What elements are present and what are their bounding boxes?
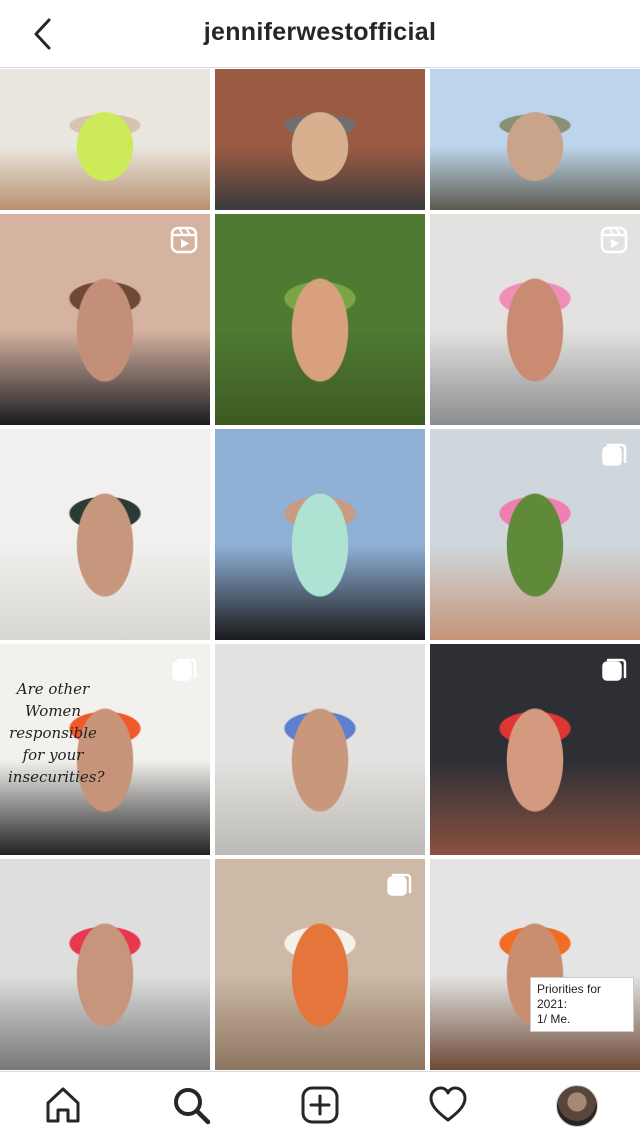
overlay-text-line: for your: [22, 746, 84, 764]
new-post-icon[interactable]: [299, 1084, 341, 1126]
grid-post-thumbnail[interactable]: [430, 214, 640, 425]
grid-post-thumbnail[interactable]: [430, 429, 640, 640]
carousel-icon: [387, 873, 412, 896]
grid-post-thumbnail[interactable]: [0, 214, 210, 425]
grid-post-thumbnail[interactable]: [215, 859, 425, 1070]
post-caption-card: Priorities for 2021: 1/ Me.: [530, 977, 634, 1032]
overlay-text-line: insecurities?: [8, 768, 105, 786]
post-photo: [215, 214, 425, 425]
carousel-icon: [602, 658, 627, 681]
overlay-text-line: Are other: [16, 680, 90, 698]
carousel-icon: [602, 443, 627, 466]
grid-post-thumbnail[interactable]: Priorities for 2021: 1/ Me.: [430, 859, 640, 1070]
grid-post-thumbnail[interactable]: [215, 644, 425, 855]
overlay-text-line: responsible: [9, 724, 97, 742]
grid-post-thumbnail[interactable]: [430, 644, 640, 855]
post-overlay-text: Are other Women responsible for your insecur…: [8, 678, 105, 788]
profile-avatar[interactable]: [556, 1085, 598, 1127]
post-photo: [0, 429, 210, 640]
overlay-text-line: Women: [24, 702, 82, 720]
post-photo: [430, 69, 640, 210]
post-photo: [215, 69, 425, 210]
carousel-icon: [172, 658, 197, 681]
reel-icon: [170, 226, 198, 254]
grid-post-thumbnail[interactable]: [430, 69, 640, 210]
reel-icon: [600, 226, 628, 254]
post-photo: [215, 429, 425, 640]
grid-post-thumbnail[interactable]: [0, 69, 210, 210]
search-icon[interactable]: [170, 1084, 212, 1126]
grid-post-thumbnail[interactable]: [0, 429, 210, 640]
top-bar: jenniferwestofficial: [0, 0, 640, 68]
profile-username: jenniferwestofficial: [203, 18, 437, 46]
post-photo: [430, 859, 640, 1070]
post-photo: [215, 644, 425, 855]
post-grid: Are other Women responsible for your insecur…: [0, 69, 640, 1070]
grid-post-thumbnail[interactable]: [215, 69, 425, 210]
activity-heart-icon[interactable]: [427, 1084, 469, 1126]
post-photo: [0, 69, 210, 210]
post-photo: [0, 859, 210, 1070]
overlay-text-line: 1/ Me.: [537, 1012, 571, 1026]
overlay-text-line: Priorities for 2021:: [537, 982, 602, 1011]
grid-post-thumbnail[interactable]: [215, 429, 425, 640]
grid-post-thumbnail[interactable]: [215, 214, 425, 425]
home-icon[interactable]: [42, 1084, 84, 1126]
grid-post-thumbnail[interactable]: Are other Women responsible for your insecur…: [0, 644, 210, 855]
bottom-navigation: [0, 1071, 640, 1138]
grid-post-thumbnail[interactable]: [0, 859, 210, 1070]
